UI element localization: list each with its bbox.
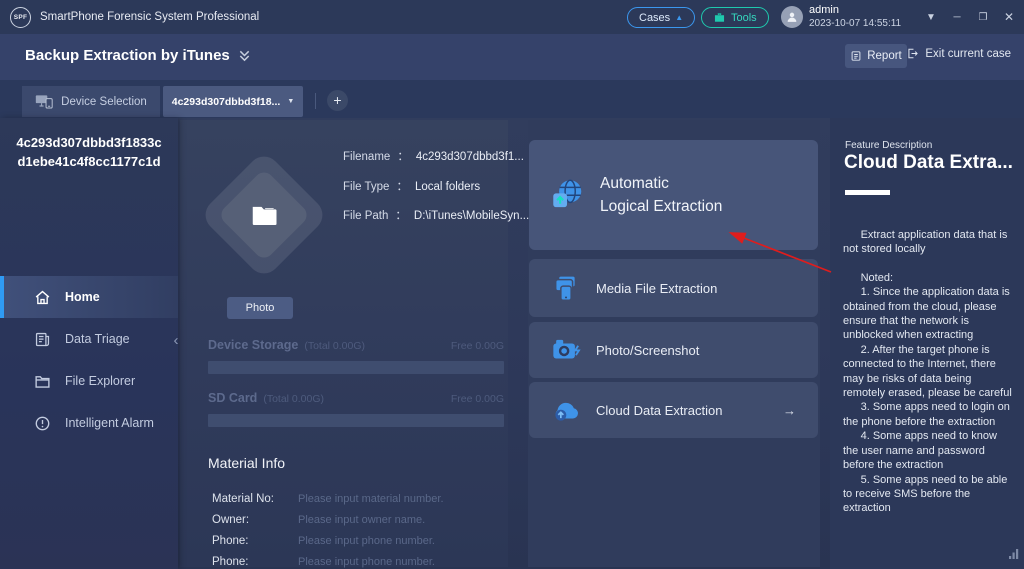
sd-card-row: SD Card (Total 0.00G) Free 0.00G	[208, 391, 504, 405]
app-window: SPF SmartPhone Forensic System Professio…	[0, 0, 1024, 569]
feature-description-panel: Feature Description Cloud Data Extra... …	[830, 118, 1024, 569]
user-info: admin 2023-10-07 14:55:11	[809, 3, 901, 31]
double-chevron-down-icon[interactable]	[238, 49, 251, 62]
page-title: Backup Extraction by iTunes	[25, 47, 251, 64]
app-title: SmartPhone Forensic System Professional	[40, 11, 259, 23]
person-icon	[785, 10, 799, 24]
report-button[interactable]: Report	[845, 44, 907, 68]
sidebar-item-data-triage[interactable]: Data Triage	[0, 318, 178, 360]
sidebar-menu: Home Data Triage File Ex	[0, 276, 178, 444]
device-selection-tab[interactable]: Device Selection	[22, 86, 160, 117]
cloud-card-arrow-icon: →	[783, 403, 796, 418]
tab-divider	[315, 93, 316, 109]
data-triage-icon	[34, 331, 51, 348]
cloud-upload-icon	[551, 395, 581, 425]
cloud-data-extraction-label: Cloud Data Extraction	[596, 403, 722, 418]
home-icon	[34, 289, 51, 306]
camera-icon	[551, 335, 581, 365]
briefcase-icon	[713, 11, 726, 24]
window-resize-grip[interactable]	[1007, 547, 1019, 565]
window-menu-button[interactable]: ▼	[918, 12, 944, 23]
phone-row-2: Phone:	[212, 552, 496, 569]
globe-upload-icon	[548, 176, 586, 214]
material-info-title: Material Info	[208, 455, 285, 471]
tools-label: Tools	[731, 12, 757, 24]
logout-icon	[906, 47, 919, 60]
media-file-extraction-card[interactable]: Media File Extraction	[529, 259, 818, 317]
sidebar: 4c293d307dbbd3f1833c d1ebe41c4f8cc1177c1…	[0, 118, 178, 569]
login-timestamp: 2023-10-07 14:55:11	[809, 17, 901, 31]
sidebar-item-file-explorer[interactable]: File Explorer	[0, 360, 178, 402]
minimize-button[interactable]: ─	[944, 12, 970, 23]
photo-screenshot-card[interactable]: Photo/Screenshot	[529, 322, 818, 378]
device-id: 4c293d307dbbd3f1833c d1ebe41c4f8cc1177c1…	[0, 118, 178, 171]
cases-up-triangle-icon: ▲	[675, 14, 683, 22]
material-no-row: Material No:	[212, 489, 496, 509]
file-path-row: File Path ： D:\iTunes\MobileSyn...	[343, 207, 529, 223]
media-file-extraction-label: Media File Extraction	[596, 281, 717, 296]
feature-note-1: 1. Since the application data is obtaine…	[843, 285, 1014, 343]
filename-value: 4c293d307dbbd3f1...	[416, 151, 524, 163]
page-header: Backup Extraction by iTunes Report	[0, 34, 1024, 80]
file-path-value: D:\iTunes\MobileSyn...	[414, 210, 529, 222]
device-storage-bar	[208, 361, 504, 374]
sidebar-item-intelligent-alarm[interactable]: Intelligent Alarm	[0, 402, 178, 444]
feature-title-underline	[845, 190, 890, 195]
alert-circle-icon	[34, 415, 51, 432]
tabbar: Device Selection 4c293d307dbbd3f18... ▼ …	[0, 80, 1024, 118]
feature-title: Cloud Data Extra...	[844, 152, 1013, 174]
exit-current-case-button[interactable]: Exit current case	[906, 47, 1011, 60]
filename-row: Filename ： 4c293d307dbbd3f1...	[343, 148, 524, 164]
automatic-logical-extraction-card[interactable]: Automatic Logical Extraction	[529, 140, 818, 250]
feature-note-3: 3. Some apps need to login on the phone …	[843, 400, 1014, 429]
tab-dropdown-caret-icon[interactable]: ▼	[287, 98, 294, 105]
file-type-row: File Type ： Local folders	[343, 178, 480, 194]
owner-row: Owner:	[212, 510, 496, 530]
automatic-logical-extraction-label: Automatic Logical Extraction	[600, 172, 722, 218]
device-storage-row: Device Storage (Total 0.00G) Free 0.00G	[208, 338, 504, 352]
add-tab-button[interactable]: +	[327, 90, 348, 111]
phone-input-2[interactable]	[296, 555, 496, 569]
photo-button[interactable]: Photo	[227, 297, 293, 319]
feature-note-2: 2. After the target phone is connected t…	[843, 343, 1014, 401]
maximize-button[interactable]: ❐	[970, 12, 996, 23]
material-no-input[interactable]	[296, 492, 496, 506]
folder-badge-icon	[249, 200, 279, 230]
sidebar-item-home[interactable]: Home	[0, 276, 178, 318]
report-icon	[850, 50, 862, 62]
media-devices-icon	[551, 273, 581, 303]
tools-button[interactable]: Tools	[701, 7, 769, 28]
folder-icon	[34, 373, 51, 390]
window-controls: ▼ ─ ❐ ✕	[918, 0, 1022, 34]
feature-intro: Extract application data that is not sto…	[843, 228, 1014, 257]
feature-note-5: 5. Some apps need to be able to receive …	[843, 473, 1014, 516]
spf-logo-icon: SPF	[10, 7, 31, 28]
titlebar: SPF SmartPhone Forensic System Professio…	[0, 0, 1024, 34]
phone-row-1: Phone:	[212, 531, 496, 551]
feature-eyebrow: Feature Description	[845, 140, 932, 151]
feature-note-4: 4. Some apps need to know the user name …	[843, 429, 1014, 472]
close-button[interactable]: ✕	[996, 10, 1022, 24]
device-tab-active[interactable]: 4c293d307dbbd3f18... ▼	[163, 86, 303, 117]
feature-text: Extract application data that is not sto…	[843, 228, 1014, 516]
device-selection-icon	[35, 94, 53, 109]
user-avatar[interactable]	[781, 6, 803, 28]
photo-screenshot-label: Photo/Screenshot	[596, 343, 699, 358]
panel-collapse-chevron[interactable]: ‹	[170, 332, 182, 349]
phone-input-1[interactable]	[296, 534, 496, 548]
file-type-value: Local folders	[415, 181, 480, 193]
cases-label: Cases	[639, 12, 670, 24]
owner-input[interactable]	[296, 513, 496, 527]
device-storage-free: Free 0.00G	[451, 340, 504, 352]
cloud-data-extraction-card[interactable]: Cloud Data Extraction →	[529, 382, 818, 438]
sd-card-bar	[208, 414, 504, 427]
user-name: admin	[809, 3, 901, 17]
sd-card-free: Free 0.00G	[451, 393, 504, 405]
cases-button[interactable]: Cases ▲	[627, 7, 695, 28]
feature-noted-label: Noted:	[843, 271, 1014, 285]
